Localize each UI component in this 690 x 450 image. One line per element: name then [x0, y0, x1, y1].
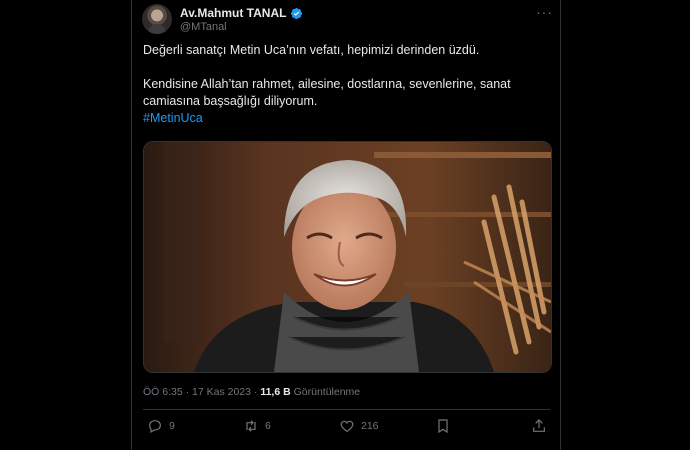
view-count: 11,6 B — [260, 386, 291, 398]
views-label: Görüntülenme — [290, 386, 361, 398]
reply-icon — [149, 420, 161, 434]
reply-button[interactable]: 9 — [147, 418, 175, 434]
verified-badge-icon — [291, 7, 303, 19]
timestamp[interactable]: ÖÖ 6:35 · 17 Kas 2023 · — [143, 386, 260, 398]
tweet-photo[interactable] — [143, 141, 552, 373]
share-icon — [533, 419, 545, 432]
repost-count: 6 — [265, 420, 271, 432]
tweet-line-1: Değerli sanatçı Metin Uca’nın vefatı, he… — [143, 43, 480, 57]
bookmark-button[interactable] — [435, 418, 451, 434]
repost-icon — [246, 420, 256, 432]
author-name-row[interactable]: Av.Mahmut TANAL — [180, 6, 303, 20]
reply-count: 9 — [169, 420, 175, 432]
author-display-name[interactable]: Av.Mahmut TANAL — [180, 6, 286, 20]
tweet-line-2: Kendisine Allah’tan rahmet, ailesine, do… — [143, 77, 511, 108]
heart-icon — [340, 420, 354, 433]
tweet-text: Değerli sanatçı Metin Uca’nın vefatı, he… — [143, 42, 543, 127]
like-count: 216 — [361, 420, 379, 432]
share-button[interactable] — [531, 418, 547, 434]
tweet-meta: ÖÖ 6:35 · 17 Kas 2023 · 11,6 B Görüntüle… — [143, 386, 360, 398]
divider — [143, 409, 550, 410]
action-bar: 9 6 216 — [143, 418, 550, 438]
repost-button[interactable]: 6 — [243, 418, 271, 434]
portrait-photo — [144, 142, 551, 372]
bookmark-icon — [438, 419, 448, 434]
more-options-icon[interactable]: ··· — [536, 4, 553, 20]
avatar[interactable] — [142, 4, 172, 34]
author-handle[interactable]: @MTanal — [180, 21, 227, 33]
like-button[interactable]: 216 — [339, 418, 379, 434]
hashtag-link[interactable]: #MetinUca — [143, 111, 203, 125]
